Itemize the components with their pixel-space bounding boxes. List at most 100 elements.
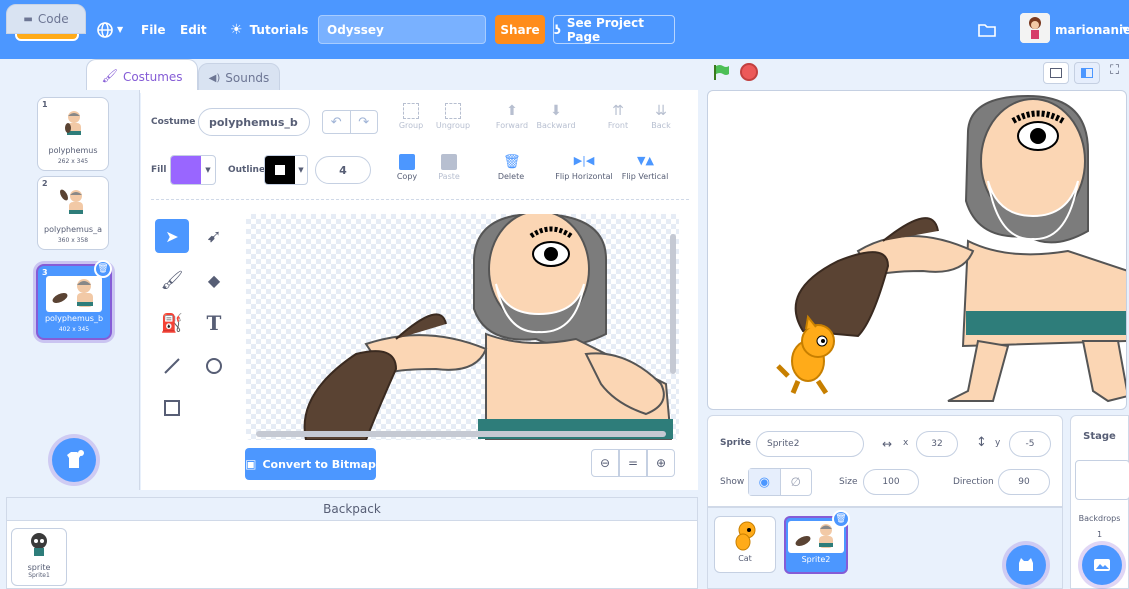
tab-costumes-label: Costumes (122, 69, 183, 84)
outline-color-picker[interactable]: ▼ (264, 155, 308, 185)
size-input[interactable]: 100 (863, 469, 919, 495)
tab-sounds[interactable]: ◀) Sounds (198, 63, 280, 93)
outline-swatch (265, 156, 295, 184)
large-stage-button[interactable] (1074, 62, 1100, 84)
backpack-header[interactable]: Backpack (7, 498, 697, 521)
costume-size: 360 x 358 (57, 237, 89, 244)
costume-tile-1[interactable]: 1 polyphemus 262 x 345 (37, 97, 109, 171)
front-button[interactable]: ⇈ Front (600, 103, 636, 130)
show-visible-button[interactable]: ◉ (749, 469, 781, 495)
tab-costumes[interactable]: 🖌 Costumes (86, 59, 198, 93)
costume-thumbnail (65, 111, 81, 135)
copy-icon (399, 154, 415, 170)
small-stage-icon (1050, 68, 1062, 78)
show-hidden-button[interactable]: ∅ (781, 469, 812, 495)
x-label: x (903, 438, 909, 448)
paste-button[interactable]: Paste (432, 154, 466, 181)
forward-button[interactable]: ⬆ Forward (494, 103, 530, 130)
language-menu[interactable]: ▼ (96, 0, 123, 59)
fill-tool[interactable]: ⛽ (155, 306, 189, 340)
my-stuff-button[interactable] (978, 0, 996, 59)
project-title-input[interactable]: Odyssey (318, 15, 486, 44)
avatar[interactable] (1020, 13, 1050, 43)
sprite-info-panel: Sprite Sprite2 ↔ x 32 ↕ y -5 Show ◉ ∅ Si… (707, 415, 1063, 507)
backdrops-count: 1 (1096, 530, 1103, 539)
account-chevron-icon[interactable]: ▼ (1122, 0, 1128, 59)
convert-to-bitmap-button[interactable]: ▣ Convert to Bitmap (245, 448, 376, 480)
select-tool[interactable]: ➤ (155, 219, 189, 253)
undo-button[interactable]: ↶ (323, 111, 351, 133)
green-flag-button[interactable] (712, 63, 730, 85)
edit-menu[interactable]: Edit (180, 0, 207, 59)
delete-costume-button[interactable]: 🗑 (94, 260, 112, 278)
file-menu[interactable]: File (141, 0, 166, 59)
sprite-name: Cat (738, 554, 752, 563)
zoom-out-button[interactable]: ⊖ (591, 449, 619, 477)
front-label: Front (607, 121, 629, 130)
speaker-icon: ◀) (208, 72, 221, 84)
x-position-input[interactable]: 32 (916, 431, 958, 457)
small-stage-button[interactable] (1043, 62, 1069, 84)
show-label: Show (720, 477, 745, 487)
reshape-tool[interactable]: ➹ (197, 219, 231, 253)
backward-button[interactable]: ⬇ Backward (534, 103, 578, 130)
zoom-in-icon: ⊕ (655, 456, 667, 470)
lightbulb-icon: ☀ (230, 21, 243, 38)
sprite-thumbnail (31, 533, 47, 556)
direction-input[interactable]: 90 (998, 469, 1050, 495)
brush-tool[interactable]: 🖌 (155, 263, 189, 297)
sprite-name-input[interactable]: Sprite2 (756, 431, 864, 457)
remix-icon: ʖ (554, 22, 561, 37)
ungroup-button[interactable]: Ungroup (432, 103, 474, 130)
line-tool[interactable] (155, 349, 189, 383)
group-icon (403, 103, 419, 119)
fullscreen-button[interactable]: ⛶ (1110, 63, 1119, 78)
see-project-page-button[interactable]: ʖ See Project Page (553, 15, 675, 44)
fill-color-picker[interactable]: ▼ (170, 155, 216, 185)
choose-costume-button[interactable] (52, 438, 96, 482)
y-position-input[interactable]: -5 (1009, 431, 1051, 457)
circle-tool[interactable] (197, 349, 231, 383)
tutorials-button[interactable]: ☀ Tutorials (230, 0, 308, 59)
paint-canvas[interactable] (246, 214, 679, 440)
flip-horizontal-button[interactable]: ▶|◀ Flip Horizontal (553, 154, 615, 181)
choose-sprite-button[interactable] (1006, 545, 1046, 585)
polyphemus-costume-drawing (303, 214, 673, 440)
fullscreen-icon: ⛶ (1110, 63, 1120, 78)
backdrops-label: Backdrops (1078, 514, 1121, 523)
sprite-tile-cat[interactable]: Cat (714, 516, 776, 573)
trash-icon: 🗑 (503, 154, 521, 170)
horizontal-scrollbar[interactable] (256, 431, 666, 437)
flip-vertical-button[interactable]: ▼▲ Flip Vertical (620, 154, 670, 181)
costume-tile-2[interactable]: 2 polyphemus_a 360 x 358 (37, 176, 109, 250)
zoom-in-button[interactable]: ⊕ (647, 449, 675, 477)
vertical-scrollbar[interactable] (670, 234, 676, 374)
costume-name-input[interactable]: polyphemus_b (198, 108, 310, 136)
eraser-tool[interactable]: ◆ (197, 263, 231, 297)
sprite-name: Sprite2 (801, 555, 831, 564)
delete-button[interactable]: 🗑 Delete (494, 154, 528, 181)
choose-backdrop-button[interactable] (1082, 545, 1122, 585)
delete-sprite-button[interactable]: 🗑 (832, 510, 850, 528)
stop-button[interactable] (740, 63, 758, 81)
back-icon: ⇊ (655, 103, 667, 119)
outline-width-input[interactable]: 4 (315, 156, 371, 184)
username[interactable]: marionaniell (1055, 0, 1129, 59)
text-tool[interactable]: T (197, 306, 231, 340)
backward-icon: ⬇ (550, 103, 562, 119)
back-button[interactable]: ⇊ Back (644, 103, 678, 130)
stage-canvas[interactable] (707, 90, 1127, 410)
copy-button[interactable]: Copy (390, 154, 424, 181)
tab-code[interactable]: ▬ Code (6, 4, 86, 34)
text-icon: T (206, 311, 222, 335)
y-label: y (995, 438, 1001, 448)
rectangle-tool[interactable] (155, 391, 189, 425)
eye-icon: ◉ (758, 474, 770, 490)
group-button[interactable]: Group (394, 103, 428, 130)
zoom-reset-button[interactable]: = (619, 449, 647, 477)
redo-button[interactable]: ↷ (351, 111, 378, 133)
rectangle-icon (164, 400, 180, 416)
backpack-item[interactable]: sprite Sprite1 (11, 528, 67, 586)
fill-swatch (171, 156, 201, 184)
share-button[interactable]: Share (495, 15, 545, 44)
